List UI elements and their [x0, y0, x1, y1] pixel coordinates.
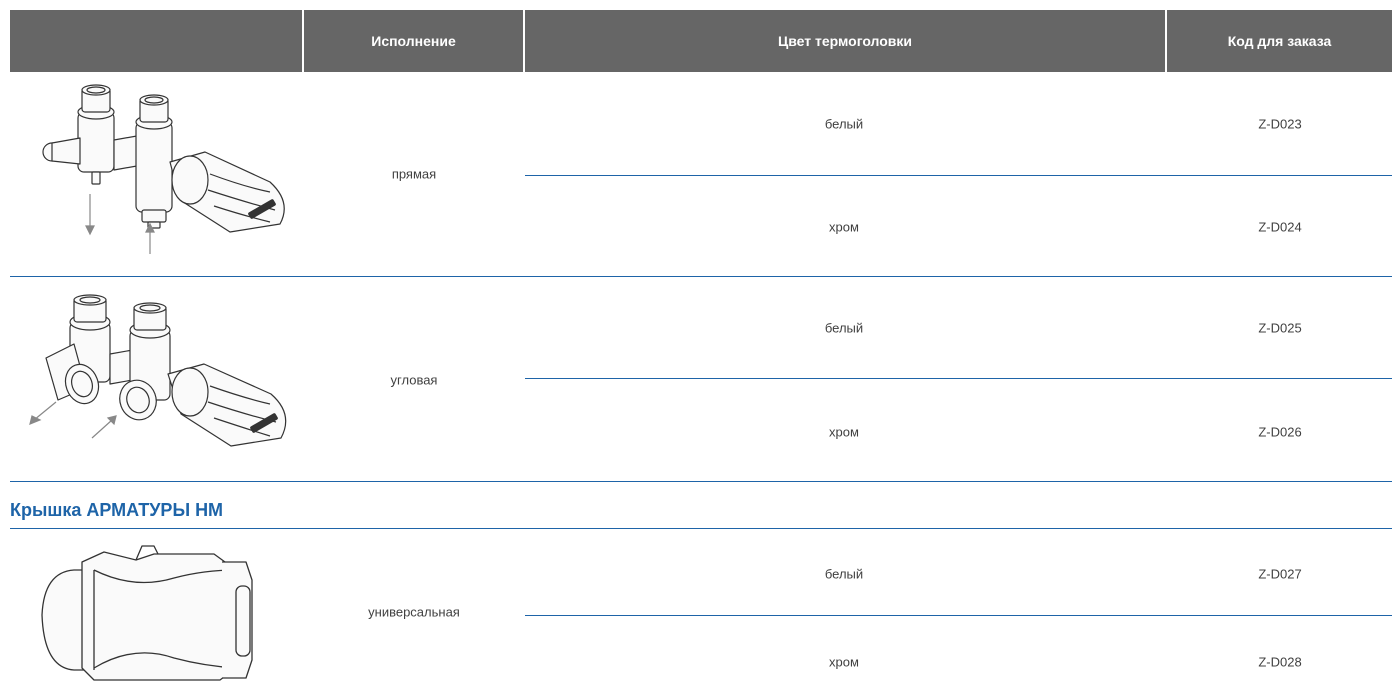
execution-universal: универсальная — [368, 604, 460, 620]
row-divider — [525, 175, 1392, 176]
header-order-code: Код для заказа — [1167, 10, 1392, 72]
fitting-cover-image — [41, 545, 253, 681]
code-cell: Z-D024 — [1258, 219, 1302, 235]
code-cell: Z-D025 — [1258, 320, 1302, 336]
code-cell: Z-D027 — [1258, 566, 1302, 582]
straight-valve-image — [42, 84, 285, 254]
code-cell: Z-D023 — [1258, 116, 1302, 132]
color-cell: хром — [829, 219, 859, 235]
execution-angle: угловая — [390, 372, 438, 388]
section-divider — [10, 528, 1392, 529]
code-cell: Z-D026 — [1258, 424, 1302, 440]
code-cell: Z-D028 — [1258, 654, 1302, 670]
angle-valve-image — [29, 294, 287, 447]
group-divider — [10, 276, 1392, 277]
color-cell: хром — [829, 424, 859, 440]
color-cell: белый — [824, 320, 864, 336]
execution-straight: прямая — [391, 166, 437, 182]
row-divider — [525, 615, 1392, 616]
section-title: Крышка АРМАТУРЫ HM — [10, 500, 224, 520]
color-cell: белый — [824, 566, 864, 582]
color-cell: хром — [829, 654, 859, 670]
color-cell: белый — [824, 116, 864, 132]
header-thermohead-color: Цвет термоголовки — [525, 10, 1165, 72]
row-divider — [525, 378, 1392, 379]
header-image-column — [10, 10, 302, 72]
group-divider — [10, 481, 1392, 482]
header-execution: Исполнение — [304, 10, 523, 72]
